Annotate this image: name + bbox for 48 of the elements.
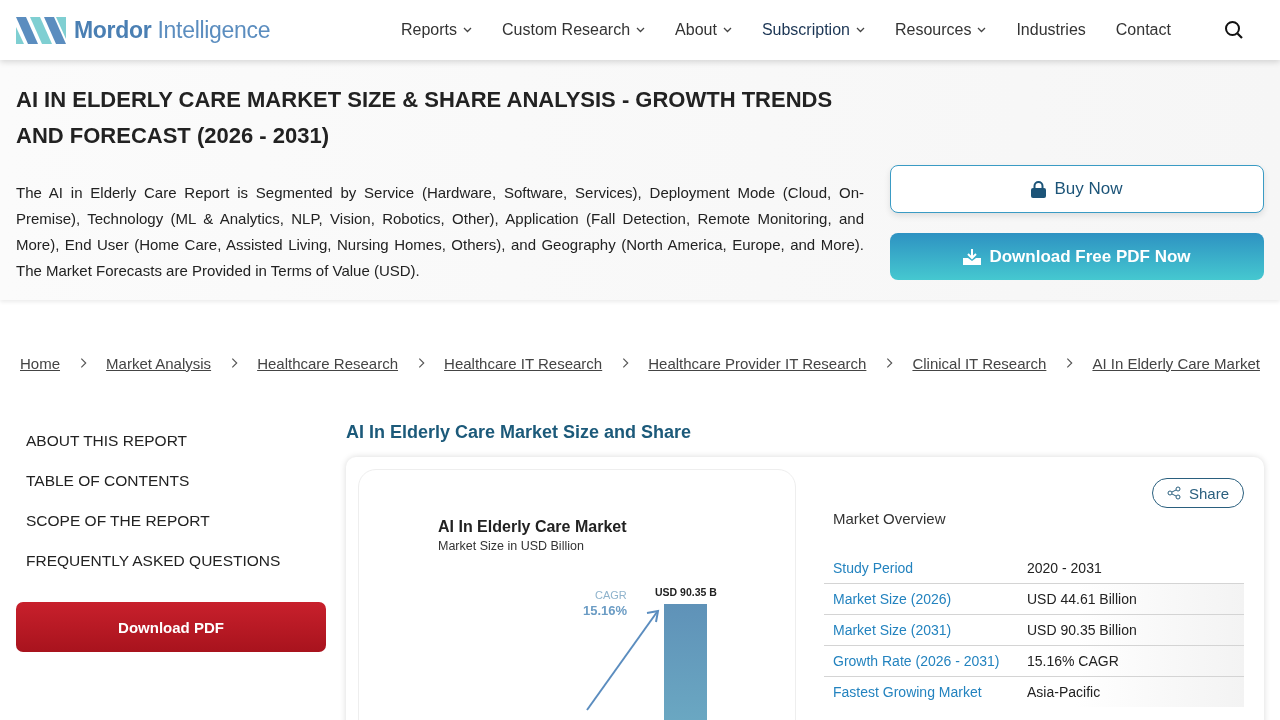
logo-icon[interactable] — [16, 16, 66, 44]
cagr-label: CAGR — [595, 589, 627, 601]
overview-label: Study Period — [832, 560, 915, 576]
nav-item[interactable]: Subscription — [746, 21, 880, 39]
breadcrumb-link[interactable]: Home — [20, 354, 60, 372]
chevron-right-icon — [418, 357, 426, 369]
breadcrumb-link[interactable]: Clinical IT Research — [912, 354, 1047, 372]
nav-item[interactable]: About — [660, 21, 747, 39]
chevron-right-icon — [886, 357, 894, 369]
nav-item[interactable]: Resources — [879, 21, 1002, 39]
overview-value: USD 44.61 Billion — [1027, 591, 1137, 607]
chevron-right-icon — [231, 357, 239, 369]
report-description: The AI in Elderly Care Report is Segmented by Service (Hardware, Software, Services), Deployment Mode (Cloud, On-Premise), Technology (ML & Analytics, NLP, Vision, Robotics, Other), Application (Fall Detection, Remote Monitoring, and More), End User (Home Care, Assisted Living, Nursing Homes, Others), and Geography (North America, Europe, and More). The Market Forecasts are Provided in Terms of Value (USD). — [16, 183, 864, 281]
overview-value: 15.16% CAGR — [1027, 653, 1119, 669]
share-button[interactable]: Share — [1151, 478, 1244, 508]
breadcrumb-link[interactable]: Healthcare IT Research — [444, 354, 603, 372]
chevron-right-icon — [80, 357, 88, 369]
breadcrumb-link[interactable]: AI In Elderly Care Market — [1092, 354, 1260, 372]
infographic-subtitle: Market Size in USD Billion — [438, 539, 584, 553]
cagr-value: 15.16% — [583, 603, 628, 618]
download-pdf-button[interactable]: Download PDF — [16, 602, 326, 652]
share-icon — [1166, 486, 1181, 500]
overview-value: 2020 - 2031 — [1027, 560, 1102, 576]
search-icon[interactable] — [1224, 20, 1244, 40]
overview-label: Growth Rate (2026 - 2031) — [832, 653, 1001, 669]
logo-text[interactable]: Mordor Intelligence — [74, 16, 271, 44]
overview-label: Market Size (2031) — [832, 622, 953, 638]
section-heading: AI In Elderly Care Market Size and Share — [346, 422, 693, 443]
overview-title: Market Overview — [833, 510, 947, 527]
nav-item[interactable]: Reports — [386, 21, 488, 39]
nav-item[interactable]: Contact — [1100, 21, 1186, 39]
overview-label: Market Size (2026) — [832, 591, 953, 607]
buy-now-button[interactable]: Buy Now — [890, 165, 1264, 213]
nav-item[interactable]: Custom Research — [487, 21, 661, 39]
breadcrumb-link[interactable]: Healthcare Provider IT Research — [648, 354, 867, 372]
nav-item[interactable]: Industries — [1001, 21, 1101, 39]
breadcrumb-link[interactable]: Healthcare Research — [257, 354, 399, 372]
infographic-title: AI In Elderly Care Market — [438, 518, 627, 536]
overview-value: Asia-Pacific — [1027, 684, 1101, 700]
chevron-right-icon — [622, 357, 630, 369]
breadcrumb-link[interactable]: Market Analysis — [106, 354, 212, 372]
bar-value-label: USD 90.35 B — [655, 586, 717, 598]
lock-icon — [1031, 180, 1047, 198]
overview-value: USD 90.35 Billion — [1027, 622, 1137, 638]
download-icon — [963, 248, 982, 265]
overview-label: Fastest Growing Market — [832, 684, 983, 700]
chevron-right-icon — [1066, 357, 1074, 369]
page-title: AI IN ELDERLY CARE MARKET SIZE & SHARE ANALYSIS - GROWTH TRENDS AND FORECAST (2026 - 2031) — [16, 86, 834, 150]
